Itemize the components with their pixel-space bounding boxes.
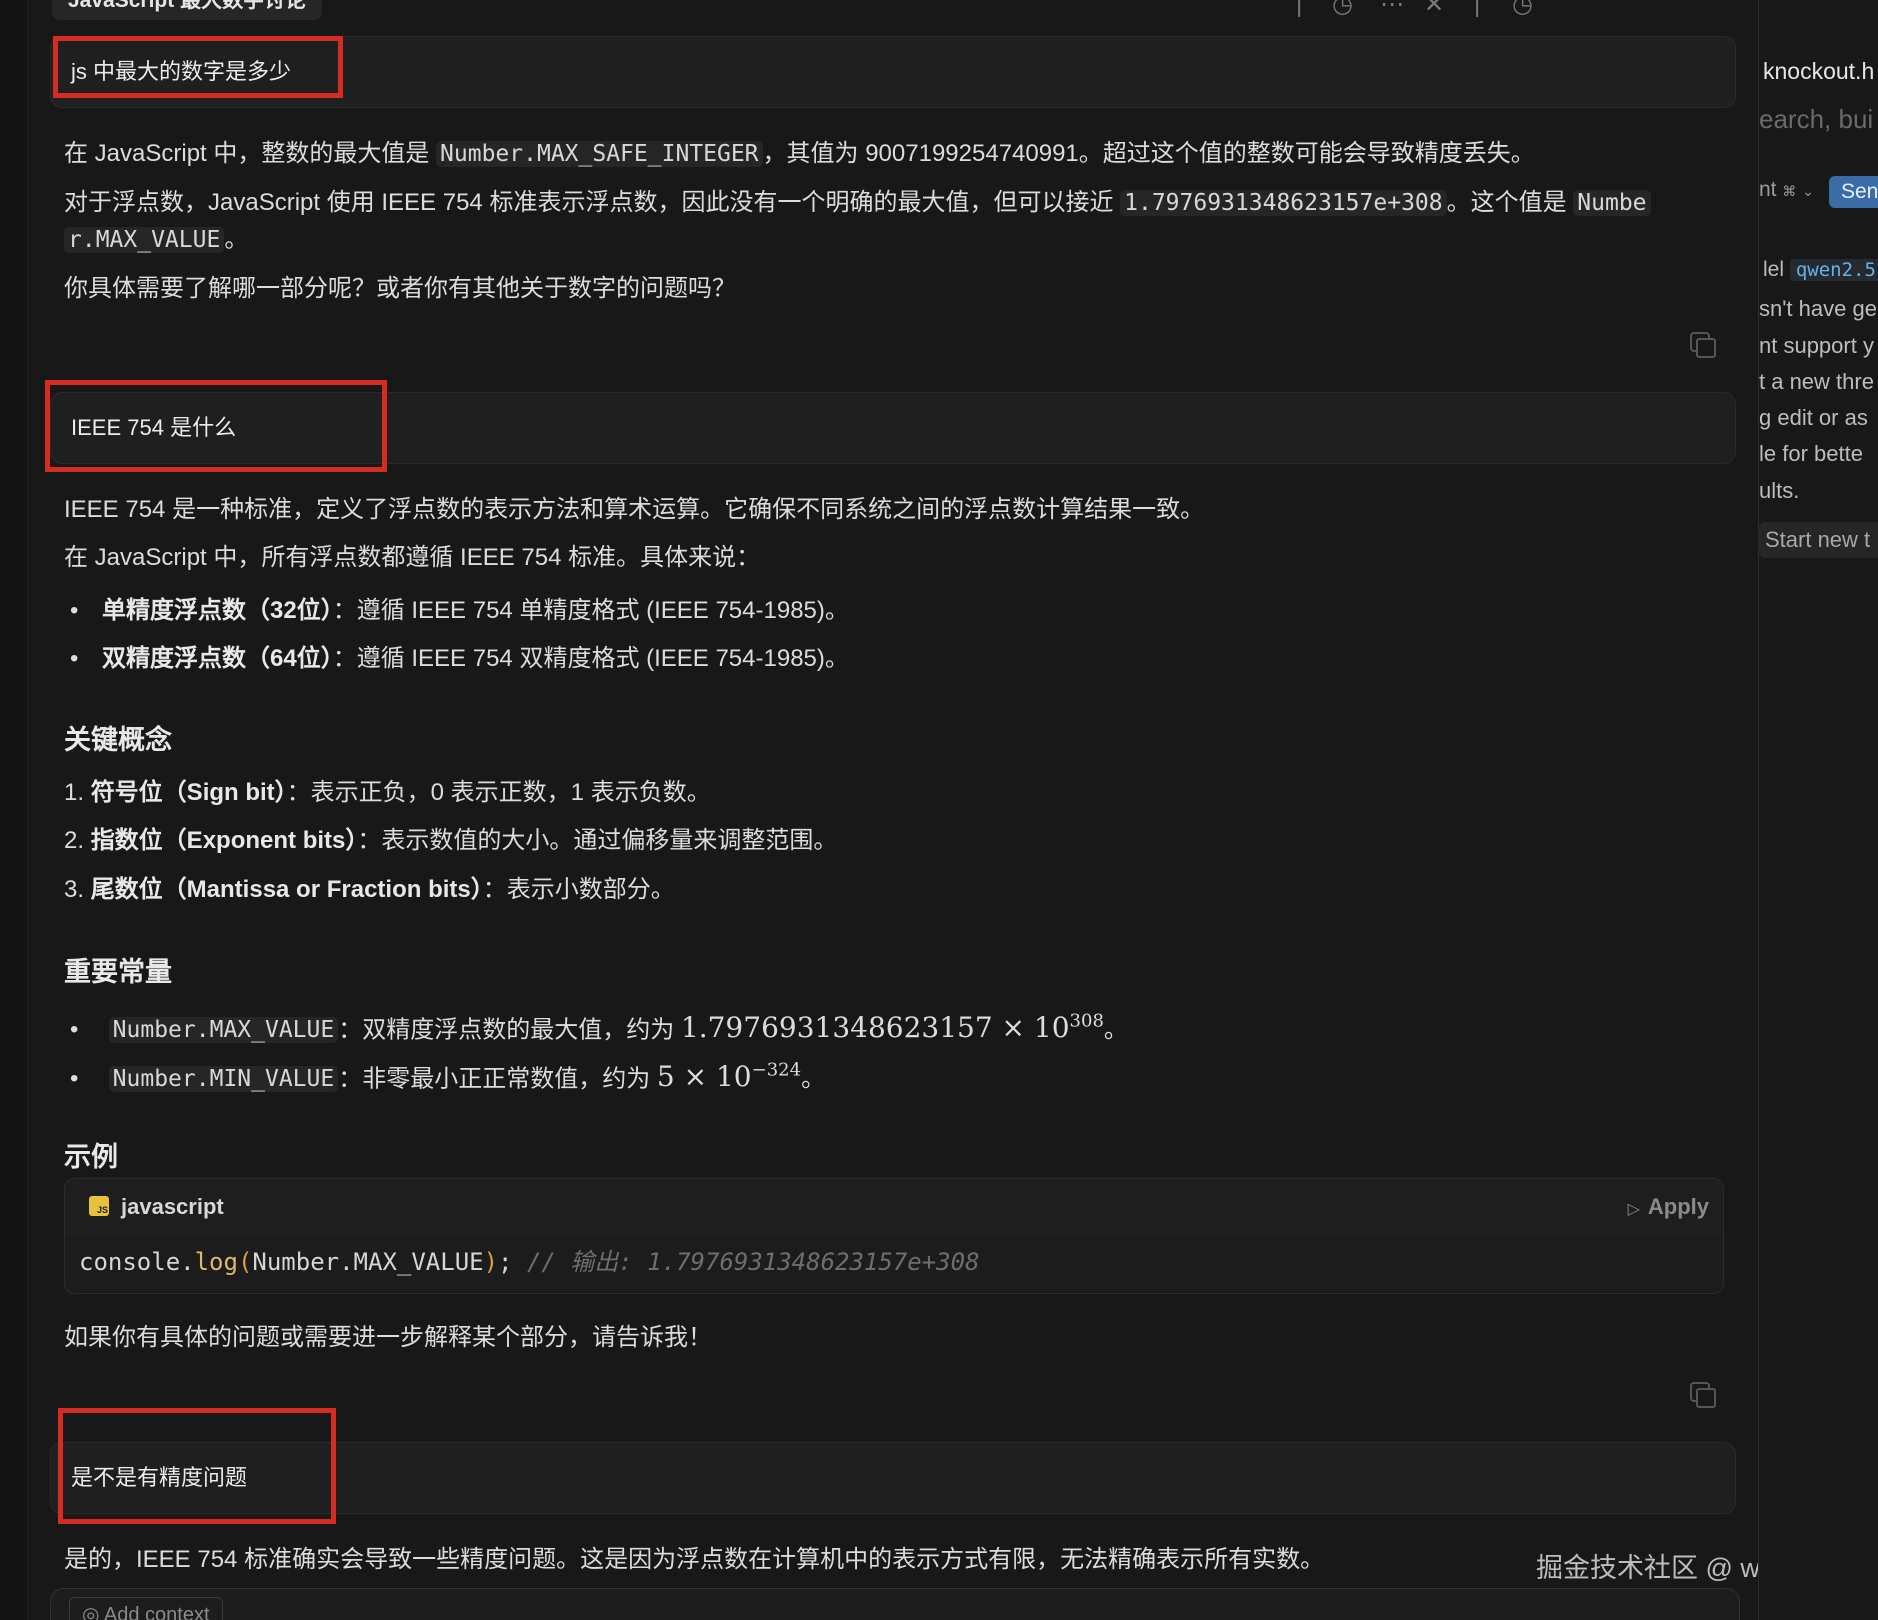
math-expression: 1.7976931348623157 × 10308	[680, 1011, 1104, 1045]
highlight-box	[45, 380, 387, 472]
list-item: Number.MIN_VALUE：非零最小正正常数值，约为 5 × 10−324…	[64, 1053, 825, 1097]
section-heading: 重要常量	[64, 957, 172, 987]
inline-code: Number.MAX_SAFE_INTEGER	[436, 141, 763, 167]
play-icon: ▷	[1627, 1201, 1640, 1218]
highlight-box	[58, 1408, 336, 1524]
history-icon[interactable]: ◷	[1512, 0, 1533, 17]
left-gutter	[0, 0, 28, 1620]
inline-code: Number.MIN_VALUE	[108, 1066, 339, 1093]
more-icon[interactable]: ⋯	[1380, 0, 1404, 17]
copy-icon[interactable]	[1690, 1382, 1716, 1408]
list-item: 1. 符号位（Sign bit）：表示正负，0 表示正数，1 表示负数。	[64, 779, 711, 806]
send-button[interactable]: Sen	[1829, 176, 1878, 208]
search-input[interactable]: earch, bui	[1759, 104, 1873, 135]
answer-paragraph: 对于浮点数，JavaScript 使用 IEEE 754 标准表示浮点数，因此没…	[64, 185, 1651, 221]
start-new-thread-button[interactable]: Start new t	[1759, 522, 1878, 558]
divider-icon: |	[1474, 0, 1481, 18]
inline-code: Number.MAX_VALUE	[108, 1017, 339, 1044]
info-line: nt support y	[1759, 333, 1874, 358]
close-icon[interactable]: ✕	[1424, 0, 1444, 17]
code-block-header: JS javascript ▷ Apply	[65, 1179, 1723, 1235]
info-line: t a new thre	[1759, 369, 1874, 394]
section-heading: 关键概念	[64, 725, 172, 755]
right-panel: knockout.h earch, bui nt ⌘ ⌄ Sen lel qwe…	[1758, 0, 1878, 1620]
copy-icon[interactable]	[1690, 332, 1716, 358]
chat-panel: JavaScript 最大数字讨论 | ◷ ⋯ ✕ | ◷ js 中最大的数字是…	[28, 0, 1782, 1620]
chat-input[interactable]: ◎ Add context	[50, 1588, 1740, 1620]
add-context-button[interactable]: ◎ Add context	[69, 1597, 223, 1620]
apply-button[interactable]: ▷ Apply	[1628, 1179, 1709, 1238]
code-block: JS javascript ▷ Apply console.log(Number.…	[64, 1178, 1724, 1294]
answer-paragraph: 你具体需要了解哪一部分呢？或者你有其他关于数字的问题吗？	[64, 275, 736, 302]
answer-paragraph: 在 JavaScript 中，整数的最大值是 Number.MAX_SAFE_I…	[64, 140, 1535, 167]
divider-icon: |	[1296, 0, 1303, 18]
inline-code: r.MAX_VALUE	[64, 227, 225, 253]
list-item: 单精度浮点数（32位）：遵循 IEEE 754 单精度格式 (IEEE 754-…	[64, 593, 849, 629]
history-icon[interactable]: ◷	[1332, 0, 1353, 17]
list-item: 3. 尾数位（Mantissa or Fraction bits）：表示小数部分…	[64, 876, 675, 903]
model-tag: qwen2.5	[1789, 259, 1878, 281]
list-item: Number.MAX_VALUE：双精度浮点数的最大值，约为 1.7976931…	[64, 1004, 1128, 1048]
section-heading: 示例	[64, 1142, 118, 1172]
list-item: 2. 指数位（Exponent bits）：表示数值的大小。通过偏移量来调整范围…	[64, 827, 838, 854]
model-label: lel qwen2.5	[1763, 258, 1878, 282]
info-line: ults.	[1759, 478, 1800, 503]
js-file-icon: JS	[89, 1196, 109, 1216]
file-tab[interactable]: knockout.h	[1763, 58, 1874, 85]
code-language: javascript	[121, 1194, 224, 1219]
answer-paragraph: 在 JavaScript 中，所有浮点数都遵循 IEEE 754 标准。具体来说…	[64, 544, 761, 571]
answer-paragraph: IEEE 754 是一种标准，定义了浮点数的表示方法和算术运算。它确保不同系统之…	[64, 496, 1205, 523]
inline-code: Numbe	[1573, 190, 1651, 216]
info-line: sn't have ge	[1759, 296, 1877, 321]
mode-selector[interactable]: nt ⌘ ⌄	[1759, 178, 1814, 202]
chat-title[interactable]: JavaScript 最大数字讨论	[52, 0, 323, 20]
info-line: le for bette	[1759, 441, 1863, 466]
info-line: g edit or as	[1759, 405, 1868, 430]
code-line[interactable]: console.log(Number.MAX_VALUE); // 输出: 1.…	[79, 1245, 980, 1279]
answer-paragraph: 如果你有具体的问题或需要进一步解释某个部分，请告诉我！	[64, 1324, 712, 1351]
inline-code: 1.7976931348623157e+308	[1120, 190, 1447, 216]
math-expression: 5 × 10−324	[656, 1060, 802, 1094]
list-item: 双精度浮点数（64位）：遵循 IEEE 754 双精度格式 (IEEE 754-…	[64, 641, 849, 677]
answer-paragraph: r.MAX_VALUE。	[64, 222, 248, 258]
highlight-box	[53, 36, 343, 98]
chevron-down-icon: ⌄	[1802, 183, 1814, 199]
answer-paragraph: 是的，IEEE 754 标准确实会导致一些精度问题。这是因为浮点数在计算机中的表…	[64, 1546, 1325, 1573]
